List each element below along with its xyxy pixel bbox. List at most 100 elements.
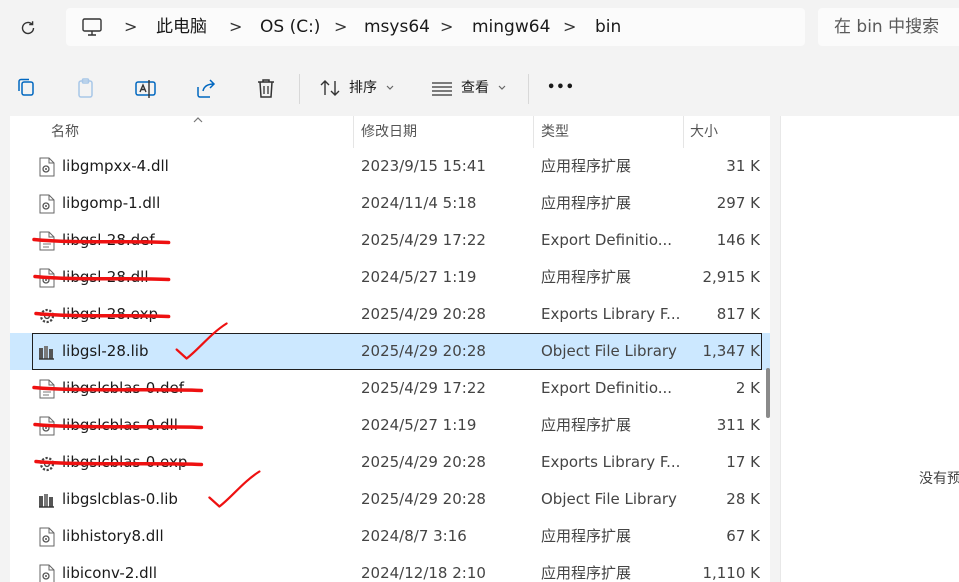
refresh-icon [21, 21, 35, 35]
file-size: 2,915 K [702, 268, 760, 286]
file-row[interactable]: libgslcblas-0.exp 2025/4/29 20:28 Exports … [10, 444, 770, 481]
sort-button[interactable]: 排序 [314, 60, 404, 116]
file-list: 名称 修改日期 类型 大小 libgmpxx-4.dll 2023/9/15 15… [10, 116, 770, 582]
column-divider[interactable] [353, 116, 354, 148]
breadcrumb-mingw64[interactable]: mingw64 [472, 8, 550, 46]
file-type: Export Definitio... [541, 379, 673, 397]
file-date: 2024/12/18 2:10 [361, 564, 486, 582]
computer-icon [82, 18, 102, 36]
file-date: 2025/4/29 17:22 [361, 379, 486, 397]
search-placeholder: 在 bin 中搜索 [834, 17, 940, 37]
file-row[interactable]: libiconv-2.dll 2024/12/18 2:10 应用程序扩展 1,110… [10, 555, 770, 582]
column-divider[interactable] [533, 116, 534, 148]
file-row[interactable]: libgmpxx-4.dll 2023/9/15 15:41 应用程序扩展 31 K [10, 148, 770, 185]
vertical-scrollbar-thumb[interactable] [766, 368, 770, 418]
lib-icon [39, 346, 54, 360]
dll-icon [39, 194, 55, 214]
file-date: 2025/4/29 20:28 [361, 305, 486, 323]
file-name: libgsl-28.exp [62, 305, 158, 323]
def-icon [39, 379, 55, 399]
address-bar[interactable]: > 此电脑 > OS (C:) > msys64 > mingw64 > bin [66, 8, 805, 46]
column-header-name[interactable]: 名称 [51, 116, 79, 148]
view-button[interactable]: 查看 [426, 60, 516, 116]
breadcrumb-this-pc[interactable]: 此电脑 [156, 8, 207, 46]
dll-icon [39, 157, 55, 177]
view-icon [432, 82, 452, 96]
file-row[interactable]: libhistory8.dll 2024/8/7 3:16 应用程序扩展 67 K [10, 518, 770, 555]
file-name: libgslcblas-0.exp [62, 453, 188, 471]
search-box[interactable]: 在 bin 中搜索 [818, 8, 959, 46]
breadcrumb-msys64[interactable]: msys64 [364, 8, 430, 46]
chevron-down-icon [498, 85, 506, 90]
file-type: Object File Library [541, 490, 677, 508]
file-type: Object File Library [541, 342, 677, 360]
file-name: libgslcblas-0.dll [62, 416, 178, 434]
more-options-button[interactable]: ••• [547, 60, 575, 116]
file-type: Exports Library F... [541, 453, 681, 471]
file-type: 应用程序扩展 [541, 157, 632, 175]
column-header-row: 名称 修改日期 类型 大小 [10, 116, 770, 148]
file-row[interactable]: libgslcblas-0.lib 2025/4/29 20:28 Object F… [10, 481, 770, 518]
file-size: 28 K [726, 490, 760, 508]
refresh-button[interactable] [14, 14, 42, 42]
file-date: 2025/4/29 17:22 [361, 231, 486, 249]
breadcrumb-chevron[interactable]: > [124, 8, 137, 46]
dll-icon [39, 416, 55, 436]
breadcrumb-os-c[interactable]: OS (C:) [260, 8, 320, 46]
file-type: 应用程序扩展 [541, 564, 632, 582]
file-date: 2024/5/27 1:19 [361, 416, 477, 434]
file-size: 311 K [716, 416, 760, 434]
file-date: 2024/5/27 1:19 [361, 268, 477, 286]
file-type: 应用程序扩展 [541, 268, 632, 286]
file-type: Exports Library F... [541, 305, 681, 323]
exp-icon [39, 308, 55, 324]
file-name: libgsl-28.lib [62, 342, 149, 360]
file-row[interactable]: libgsl-28.dll 2024/5/27 1:19 应用程序扩展 2,915 K [10, 259, 770, 296]
command-bar: 排序 查看 ••• [0, 60, 959, 116]
file-row[interactable]: libgsl-28.def 2025/4/29 17:22 Export Defin… [10, 222, 770, 259]
breadcrumb-chevron[interactable]: > [563, 8, 576, 46]
file-size: 297 K [716, 194, 760, 212]
file-name: libhistory8.dll [62, 527, 164, 545]
file-size: 146 K [716, 231, 760, 249]
exp-icon [39, 456, 55, 472]
toolbar-divider [528, 74, 529, 104]
breadcrumb-chevron[interactable]: > [229, 8, 242, 46]
breadcrumb-chevron[interactable]: > [334, 8, 347, 46]
toolbar-divider [299, 74, 300, 104]
file-size: 817 K [716, 305, 760, 323]
file-name: libgmpxx-4.dll [62, 157, 169, 175]
file-date: 2024/11/4 5:18 [361, 194, 477, 212]
file-date: 2024/8/7 3:16 [361, 527, 467, 545]
title-address-bar: > 此电脑 > OS (C:) > msys64 > mingw64 > bin… [0, 0, 959, 56]
delete-icon[interactable] [254, 76, 278, 100]
file-row[interactable]: libgsl-28.lib 2025/4/29 20:28 Object File … [10, 333, 770, 370]
share-icon[interactable] [194, 76, 218, 100]
file-size: 2 K [735, 379, 760, 397]
column-header-date[interactable]: 修改日期 [361, 116, 417, 148]
breadcrumb-bin[interactable]: bin [595, 8, 621, 46]
column-divider[interactable] [683, 116, 684, 148]
file-row[interactable]: libgslcblas-0.def 2025/4/29 17:22 Export D… [10, 370, 770, 407]
file-type: 应用程序扩展 [541, 527, 632, 545]
file-name: libgslcblas-0.def [62, 379, 185, 397]
dll-icon [39, 564, 55, 582]
column-header-size[interactable]: 大小 [690, 116, 718, 148]
paste-icon[interactable] [74, 76, 98, 100]
file-name: libgslcblas-0.lib [62, 490, 178, 508]
column-header-type[interactable]: 类型 [541, 116, 569, 148]
rename-icon[interactable] [134, 76, 158, 100]
file-row[interactable]: libgomp-1.dll 2024/11/4 5:18 应用程序扩展 297 K [10, 185, 770, 222]
sort-icon [320, 80, 340, 96]
file-size: 17 K [726, 453, 760, 471]
lib-icon [39, 494, 54, 508]
file-name: libiconv-2.dll [62, 564, 158, 582]
file-type: Export Definitio... [541, 231, 673, 249]
file-date: 2025/4/29 20:28 [361, 490, 486, 508]
breadcrumb-chevron[interactable]: > [440, 8, 453, 46]
copy-icon[interactable] [14, 76, 38, 100]
file-row[interactable]: libgsl-28.exp 2025/4/29 20:28 Exports Libr… [10, 296, 770, 333]
file-row[interactable]: libgslcblas-0.dll 2024/5/27 1:19 应用程序扩展 311… [10, 407, 770, 444]
file-size: 1,110 K [702, 564, 760, 582]
file-type: 应用程序扩展 [541, 416, 632, 434]
